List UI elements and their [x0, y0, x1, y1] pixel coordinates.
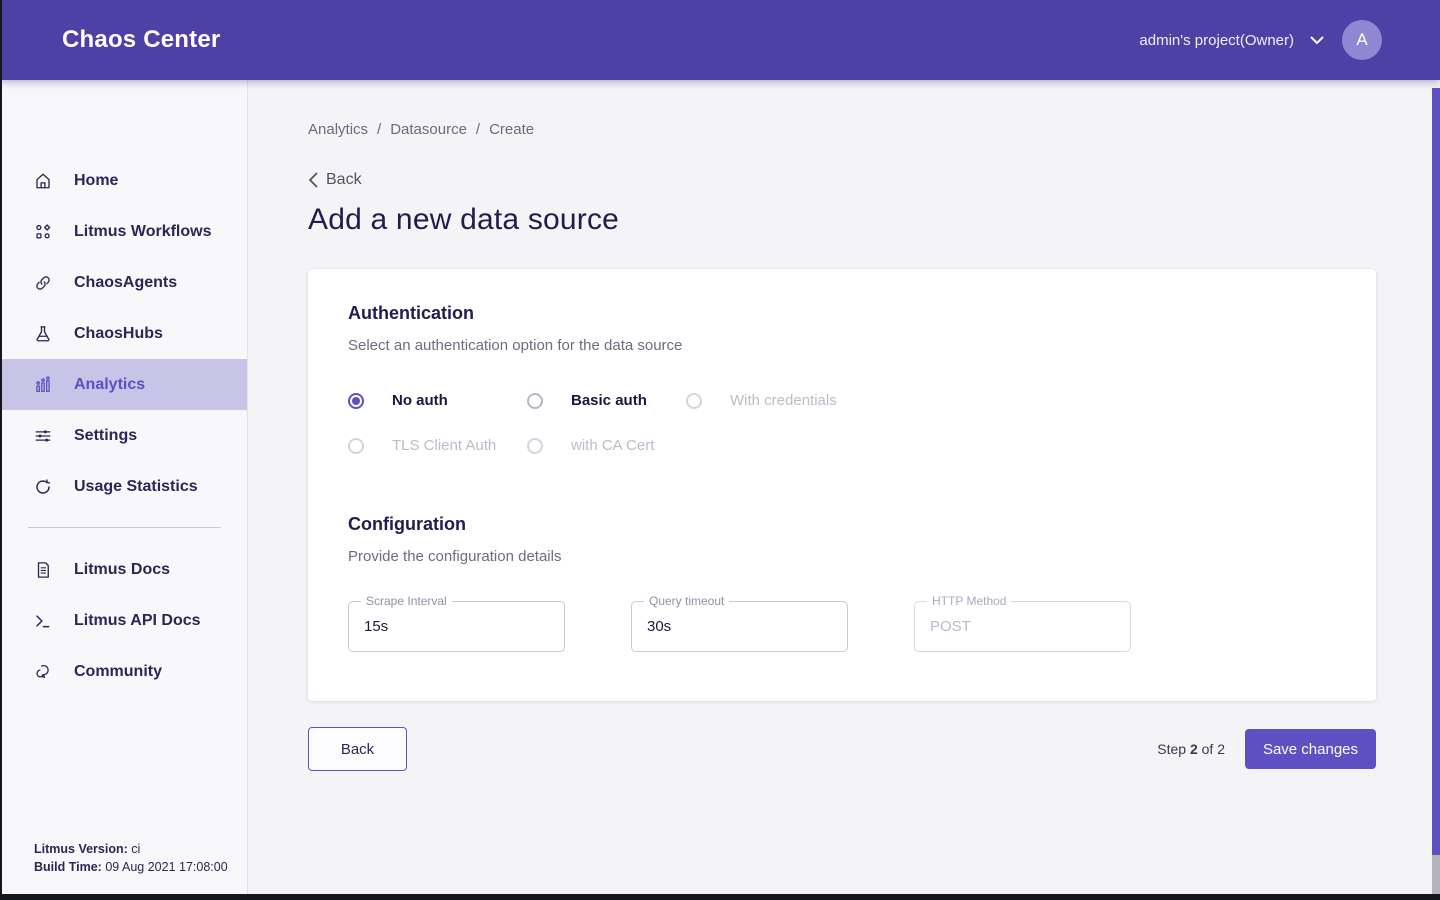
scrape-interval-label: Scrape Interval — [361, 594, 452, 608]
project-selector[interactable]: admin's project(Owner) — [1139, 32, 1324, 49]
sidebar-item-label: ChaosAgents — [74, 274, 177, 292]
build-time-label: Build Time: — [34, 860, 102, 874]
radio-tls-client-auth[interactable]: TLS Client Auth — [348, 437, 527, 454]
back-link-label: Back — [326, 171, 362, 189]
main-content: Analytics / Datasource / Create Back Add… — [248, 80, 1440, 894]
version-value: ci — [128, 842, 141, 856]
breadcrumb-analytics[interactable]: Analytics — [308, 121, 368, 138]
radio-icon — [527, 438, 543, 454]
query-timeout-input[interactable] — [647, 618, 832, 635]
breadcrumb-separator: / — [377, 121, 381, 138]
radio-basic-auth[interactable]: Basic auth — [527, 392, 686, 409]
app-title: Chaos Center — [62, 26, 220, 54]
version-label: Litmus Version: — [34, 842, 128, 856]
sidebar-item-chaoshubs[interactable]: ChaosHubs — [0, 308, 247, 359]
radio-icon — [686, 393, 702, 409]
scrape-interval-field: Scrape Interval — [348, 601, 565, 652]
step-indicator: Step 2 of 2 — [1157, 741, 1225, 757]
sidebar-divider — [28, 527, 221, 528]
http-method-label: HTTP Method — [927, 594, 1011, 608]
breadcrumb-create[interactable]: Create — [489, 121, 534, 138]
sidebar-item-chaosagents[interactable]: ChaosAgents — [0, 257, 247, 308]
avatar[interactable]: A — [1342, 20, 1382, 60]
step-prefix: Step — [1157, 741, 1190, 757]
datasource-form-card: Authentication Select an authentication … — [308, 269, 1376, 701]
sidebar: Home Litmus Workflows ChaosAgents ChaosH… — [0, 80, 248, 894]
configuration-fields: Scrape Interval Query timeout HTTP Metho… — [348, 601, 1336, 652]
sidebar-item-community[interactable]: Community — [0, 646, 247, 697]
step-current: 2 — [1190, 741, 1198, 757]
breadcrumb-separator: / — [476, 121, 480, 138]
authentication-subtitle: Select an authentication option for the … — [348, 337, 1336, 354]
avatar-letter: A — [1356, 30, 1367, 50]
radio-with-credentials[interactable]: With credentials — [686, 392, 1336, 409]
flask-icon — [34, 325, 52, 343]
breadcrumb: Analytics / Datasource / Create — [308, 121, 1440, 138]
sidebar-item-label: ChaosHubs — [74, 325, 163, 343]
radio-icon — [527, 393, 543, 409]
sidebar-item-label: Usage Statistics — [74, 478, 198, 496]
sidebar-item-home[interactable]: Home — [0, 155, 247, 206]
chat-bubbles-icon — [34, 663, 52, 681]
auth-options-row-2: TLS Client Auth with CA Cert — [348, 437, 1336, 454]
back-link[interactable]: Back — [308, 171, 378, 189]
radio-label: With credentials — [730, 392, 837, 409]
home-icon — [34, 172, 52, 190]
save-changes-button[interactable]: Save changes — [1245, 729, 1376, 769]
analytics-chart-icon — [34, 376, 52, 394]
sidebar-item-label: Litmus Docs — [74, 561, 170, 579]
sidebar-item-litmus-api-docs[interactable]: Litmus API Docs — [0, 595, 247, 646]
radio-no-auth[interactable]: No auth — [348, 392, 527, 409]
terminal-icon — [34, 612, 52, 630]
link-icon — [34, 274, 52, 292]
project-selector-label: admin's project(Owner) — [1139, 32, 1294, 49]
query-timeout-field: Query timeout — [631, 601, 848, 652]
window-bottom-edge — [0, 894, 1440, 900]
back-button[interactable]: Back — [308, 727, 407, 771]
sidebar-item-label: Home — [74, 172, 118, 190]
configuration-subtitle: Provide the configuration details — [348, 548, 1336, 565]
document-icon — [34, 561, 52, 579]
build-time-value: 09 Aug 2021 17:08:00 — [102, 860, 228, 874]
http-method-input[interactable] — [930, 618, 1115, 635]
sidebar-item-usage-statistics[interactable]: Usage Statistics — [0, 461, 247, 512]
auth-options-row-1: No auth Basic auth With credentials — [348, 392, 1336, 409]
radio-label: TLS Client Auth — [392, 437, 496, 454]
scrape-interval-input[interactable] — [364, 618, 549, 635]
page-title: Add a new data source — [308, 203, 1440, 237]
configuration-title: Configuration — [348, 514, 1336, 535]
app-header: Chaos Center admin's project(Owner) A — [0, 0, 1440, 80]
window-left-edge — [0, 0, 2, 900]
sidebar-item-label: Analytics — [74, 376, 145, 394]
sidebar-item-label: Community — [74, 663, 162, 681]
radio-label: with CA Cert — [571, 437, 654, 454]
refresh-circle-icon — [34, 478, 52, 496]
radio-icon — [348, 438, 364, 454]
sidebar-item-litmus-workflows[interactable]: Litmus Workflows — [0, 206, 247, 257]
radio-with-ca-cert[interactable]: with CA Cert — [527, 437, 1336, 454]
chevron-left-icon — [308, 172, 318, 188]
version-info: Litmus Version: ci Build Time: 09 Aug 20… — [34, 840, 228, 876]
radio-label: No auth — [392, 392, 448, 409]
chevron-down-icon — [1310, 36, 1324, 45]
sidebar-item-label: Settings — [74, 427, 137, 445]
sliders-icon — [34, 427, 52, 445]
workflows-icon — [34, 223, 52, 241]
sidebar-item-label: Litmus API Docs — [74, 612, 201, 630]
radio-label: Basic auth — [571, 392, 647, 409]
sidebar-item-litmus-docs[interactable]: Litmus Docs — [0, 544, 247, 595]
scrollbar-track[interactable] — [1432, 855, 1440, 894]
scrollbar-thumb[interactable] — [1432, 88, 1440, 855]
query-timeout-label: Query timeout — [644, 594, 729, 608]
sidebar-item-label: Litmus Workflows — [74, 223, 212, 241]
breadcrumb-datasource[interactable]: Datasource — [390, 121, 467, 138]
radio-icon — [348, 393, 364, 409]
sidebar-item-settings[interactable]: Settings — [0, 410, 247, 461]
http-method-field: HTTP Method — [914, 601, 1131, 652]
form-footer: Back Step 2 of 2 Save changes — [308, 727, 1376, 771]
step-suffix: of 2 — [1198, 741, 1225, 757]
sidebar-item-analytics[interactable]: Analytics — [0, 359, 247, 410]
authentication-title: Authentication — [348, 303, 1336, 324]
